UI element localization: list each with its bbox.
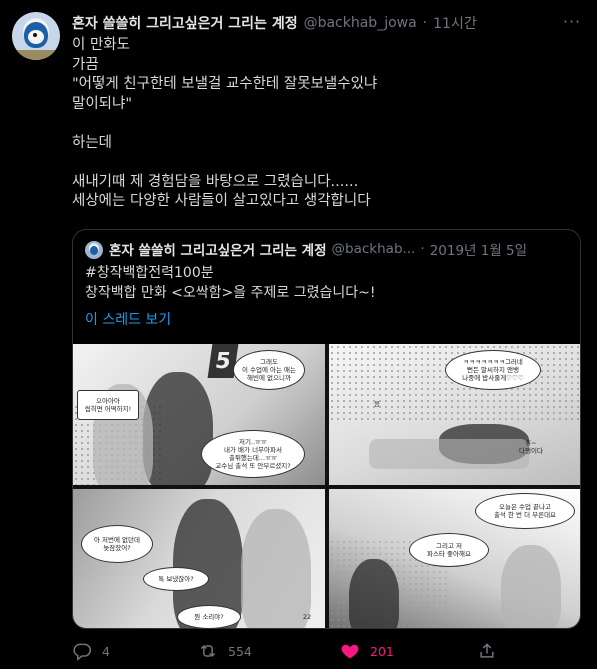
heart-icon: [341, 644, 359, 659]
sound-effect: 휴~ 다행이다: [519, 439, 543, 455]
more-icon[interactable]: ···: [561, 10, 583, 32]
speech-bubble: 그래도 이 수업에 아는 애는 해빈에 없으니까: [233, 350, 305, 390]
speech-bubble: 그리고 저 파스타 좋아해요: [409, 533, 489, 567]
speech-bubble: 저기..ㅠㅠ 내가 배가 너무아파서 출튀했는데...ㅠㅠ 교수님 출석 또 안…: [201, 430, 305, 478]
quoted-tweet[interactable]: 혼자 쓸쓸히 그리고싶은거 그리는 계정 @backhab... · 2019년…: [72, 229, 581, 629]
retweet-icon: [200, 644, 216, 658]
tweet[interactable]: 혼자 쓸쓸히 그리고싶은거 그리는 계정 @backhab_jowa · 11시…: [0, 0, 597, 669]
student-figure-right: [241, 509, 311, 628]
comic-panel-2: ㅋㅋㅋㅋㅋㅋㅋ그러네 뻔든 말씨하지 앤뱅 나중에 밥사줄게♡♡♡ 응 휴~ 다…: [329, 344, 580, 485]
share-button[interactable]: [477, 639, 497, 663]
like-count: 201: [370, 643, 394, 659]
quote-handle: @backhab...: [331, 241, 416, 257]
speech-bubble: 아 저번에 없던데 늦잠잤어?: [81, 525, 153, 563]
avatar-ground: [12, 50, 60, 60]
quote-separator-dot: ·: [420, 241, 425, 257]
comic-panel-4: 오늘은 수업 끝나고 출석 한 번 더 부른대요 그리고 저 파스타 좋아해요: [329, 489, 580, 628]
bird-face: [28, 30, 44, 44]
screentone: [329, 344, 580, 424]
view-thread-link[interactable]: 이 스레드 보기: [85, 309, 171, 329]
student-figure-right: [501, 545, 561, 628]
action-bar: 4 554 201: [72, 639, 572, 663]
tweet-time[interactable]: 11시간: [433, 13, 477, 33]
speech-bubble: 으아아아 씹히면 어떡하지!: [77, 390, 139, 420]
bird-eye: [33, 33, 37, 37]
separator-dot: ·: [422, 15, 428, 31]
reply-icon: [73, 643, 92, 661]
speech-bubble: 오늘은 수업 끝나고 출석 한 번 더 부른대요: [475, 493, 575, 529]
speech-bubble: 뭔 소리야?: [177, 605, 241, 628]
like-button[interactable]: 201: [340, 639, 394, 663]
reply-count: 4: [102, 643, 110, 659]
bed-shape: [369, 439, 529, 469]
comic-panel-1: 5 그래도 이 수업에 아는 애는 해빈에 없으니까 으아아아 씹히면 어떡하지…: [73, 344, 325, 485]
quote-header: 혼자 쓸쓸히 그리고싶은거 그리는 계정 @backhab... · 2019년…: [109, 239, 570, 259]
student-figure: [349, 559, 399, 628]
quote-avatar[interactable]: [85, 241, 103, 259]
avatar[interactable]: [12, 12, 60, 60]
share-icon: [480, 643, 494, 658]
display-name[interactable]: 혼자 쓸쓸히 그리고싶은거 그리는 계정: [72, 13, 298, 33]
page-number: 22: [302, 613, 312, 621]
reply-button[interactable]: 4: [72, 639, 110, 663]
quote-display-name: 혼자 쓸쓸히 그리고싶은거 그리는 계정: [109, 243, 327, 259]
retweet-button[interactable]: 554: [198, 639, 252, 663]
tweet-header: 혼자 쓸쓸히 그리고싶은거 그리는 계정 @backhab_jowa · 11시…: [72, 12, 557, 34]
student-figure: [143, 372, 213, 485]
comic-image[interactable]: 5 그래도 이 수업에 아는 애는 해빈에 없으니까 으아아아 씹히면 어떡하지…: [73, 344, 580, 628]
retweet-count: 554: [228, 643, 252, 659]
sound-effect: 응: [374, 400, 380, 408]
user-handle[interactable]: @backhab_jowa: [304, 15, 417, 31]
quote-text: #창작백합전력100분 창작백합 만화 <오싹함>을 주제로 그렸습니다~!: [85, 265, 376, 301]
quote-date: 2019년 1월 5일: [429, 243, 528, 259]
comic-panel-3: 아 저번에 없던데 늦잠잤어? 톡 보냈잖아? 뭔 소리야? 22: [73, 489, 325, 628]
speech-bubble: ㅋㅋㅋㅋㅋㅋㅋ그러네 뻔든 말씨하지 앤뱅 나중에 밥사줄게♡♡♡: [445, 350, 541, 390]
tweet-text: 이 만화도 가끔 "어떻게 친구한테 보낼걸 교수한테 잘못보낼수있냐 말이되냐…: [72, 37, 378, 209]
speech-bubble: 톡 보냈잖아?: [143, 567, 209, 591]
